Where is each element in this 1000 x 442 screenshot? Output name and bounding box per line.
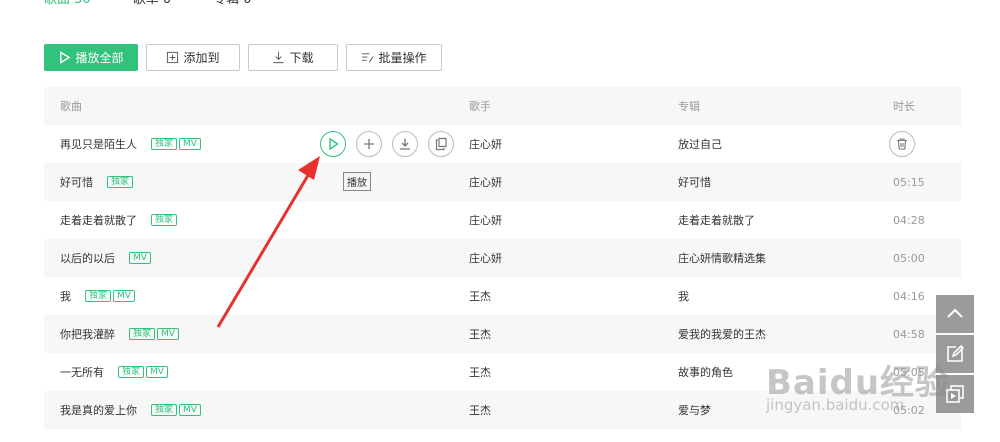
- feedback-icon: [947, 344, 965, 362]
- share-icon: [435, 137, 447, 151]
- song-name[interactable]: 好可惜: [60, 174, 93, 190]
- add-box-icon: [167, 51, 179, 64]
- delete-button[interactable]: [889, 131, 915, 157]
- exclusive-tag: 独家: [151, 138, 178, 150]
- song-duration: 05:00: [893, 251, 925, 265]
- play-button[interactable]: [320, 131, 346, 157]
- mv-tag[interactable]: MV: [146, 366, 168, 378]
- album-name[interactable]: 走着走着就散了: [678, 201, 755, 239]
- song-duration: 04:16: [893, 289, 925, 303]
- album-name[interactable]: 放过自己: [678, 125, 722, 163]
- row-actions: [320, 131, 454, 157]
- singer-name[interactable]: 庄心妍: [469, 239, 502, 277]
- song-duration: 04:58: [893, 327, 925, 341]
- singer-name[interactable]: 王杰: [469, 315, 491, 353]
- toolbar: 播放全部 添加到 下载 批量操作: [44, 44, 442, 71]
- player-icon: [946, 385, 964, 403]
- play-all-button[interactable]: 播放全部: [44, 44, 138, 71]
- album-name[interactable]: 故事的角色: [678, 353, 733, 391]
- table-header: 歌曲 歌手 专辑 时长: [44, 87, 961, 125]
- mv-tag[interactable]: MV: [113, 290, 135, 302]
- batch-operation-label: 批量操作: [378, 51, 427, 65]
- singer-name[interactable]: 王杰: [469, 391, 491, 429]
- singer-name[interactable]: 庄心妍: [469, 201, 502, 239]
- feedback-button[interactable]: [936, 335, 974, 373]
- baidu-watermark-url: jingyan.baidu.com: [766, 396, 905, 414]
- exclusive-tag: 独家: [85, 290, 112, 302]
- add-to-label: 添加到: [183, 51, 220, 65]
- exclusive-tag: 独家: [129, 328, 156, 340]
- batch-list-icon: [362, 53, 374, 63]
- table-row[interactable]: 以后的以后 MV 庄心妍 庄心妍情歌精选集 05:00: [44, 239, 961, 277]
- singer-name[interactable]: 庄心妍: [469, 163, 502, 201]
- exclusive-tag: 独家: [118, 366, 145, 378]
- tab-songs[interactable]: 歌曲 30: [44, 0, 91, 8]
- album-name[interactable]: 爱与梦: [678, 391, 711, 429]
- batch-operation-button[interactable]: 批量操作: [346, 44, 442, 71]
- singer-name[interactable]: 王杰: [469, 353, 491, 391]
- add-icon: [364, 139, 374, 149]
- exclusive-tag: 独家: [151, 214, 178, 226]
- song-name[interactable]: 走着走着就散了: [60, 212, 137, 228]
- song-name[interactable]: 再见只是陌生人: [60, 136, 137, 152]
- player-button[interactable]: [936, 375, 974, 413]
- album-name[interactable]: 庄心妍情歌精选集: [678, 239, 766, 277]
- song-name[interactable]: 以后的以后: [60, 250, 115, 266]
- tab-playlists[interactable]: 歌单 0: [133, 0, 171, 8]
- add-to-button[interactable]: 添加到: [146, 44, 240, 71]
- header-song: 歌曲: [60, 100, 82, 113]
- table-row[interactable]: 你把我灌醉 独家 MV 王杰 爱我的我爱的王杰 04:58: [44, 315, 961, 353]
- floating-sidebar: [936, 295, 974, 415]
- song-name[interactable]: 我是真的爱上你: [60, 402, 137, 418]
- download-label: 下载: [289, 51, 314, 65]
- album-name[interactable]: 我: [678, 277, 689, 315]
- download-icon: [273, 51, 285, 64]
- mv-tag[interactable]: MV: [157, 328, 179, 340]
- share-button[interactable]: [428, 131, 454, 157]
- play-tooltip: 播放: [343, 172, 371, 191]
- album-name[interactable]: 好可惜: [678, 163, 711, 201]
- delete-icon: [897, 138, 907, 150]
- song-duration: 05:15: [893, 175, 925, 189]
- song-name[interactable]: 我: [60, 288, 71, 304]
- header-album: 专辑: [678, 100, 700, 113]
- scroll-top-button[interactable]: [936, 295, 974, 333]
- category-tabs: 歌曲 30 歌单 0 专辑 0 MV 0: [44, 0, 326, 8]
- mv-tag[interactable]: MV: [179, 404, 201, 416]
- song-name[interactable]: 一无所有: [60, 364, 104, 380]
- table-row[interactable]: 走着走着就散了 独家 庄心妍 走着走着就散了 04:28: [44, 201, 961, 239]
- exclusive-tag: 独家: [107, 176, 134, 188]
- singer-name[interactable]: 庄心妍: [469, 125, 502, 163]
- singer-name[interactable]: 王杰: [469, 277, 491, 315]
- header-singer: 歌手: [469, 100, 491, 113]
- mv-tag[interactable]: MV: [129, 252, 151, 264]
- song-name[interactable]: 你把我灌醉: [60, 326, 115, 342]
- add-button[interactable]: [356, 131, 382, 157]
- scroll-top-icon: [947, 308, 963, 318]
- play-all-label: 播放全部: [75, 51, 124, 65]
- tab-albums[interactable]: 专辑 0: [213, 0, 251, 8]
- download-button[interactable]: 下载: [248, 44, 338, 71]
- song-duration: 04:28: [893, 213, 925, 227]
- exclusive-tag: 独家: [151, 404, 178, 416]
- download-icon: [400, 138, 410, 150]
- album-name[interactable]: 爱我的我爱的王杰: [678, 315, 766, 353]
- tab-mv[interactable]: MV 0: [294, 0, 327, 8]
- download-button[interactable]: [392, 131, 418, 157]
- table-row[interactable]: 好可惜 独家 庄心妍 好可惜 05:15: [44, 163, 961, 201]
- table-row[interactable]: 我 独家 MV 王杰 我 04:16: [44, 277, 961, 315]
- mv-tag[interactable]: MV: [179, 138, 201, 150]
- play-icon: [60, 51, 71, 64]
- header-duration: 时长: [893, 100, 915, 113]
- table-row[interactable]: 再见只是陌生人 独家 MV 庄心妍 放过自己: [44, 125, 961, 163]
- play-icon: [329, 137, 339, 151]
